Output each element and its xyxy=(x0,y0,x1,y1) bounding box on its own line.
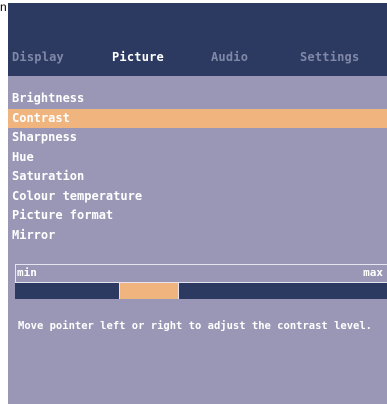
picture-menu: Brightness Contrast Sharpness Hue Satura… xyxy=(8,89,387,245)
slider-min-label: min xyxy=(17,266,37,279)
menu-item-sharpness[interactable]: Sharpness xyxy=(8,128,387,148)
slider-thumb[interactable] xyxy=(119,283,179,299)
tab-audio[interactable]: Audio xyxy=(211,50,248,64)
menu-item-colour-temperature[interactable]: Colour temperature xyxy=(8,187,387,207)
contrast-slider[interactable]: min max xyxy=(15,264,387,299)
osd-panel: Display Picture Audio Settings Brightnes… xyxy=(8,3,387,404)
slider-track[interactable] xyxy=(15,282,387,299)
tab-bar: Display Picture Audio Settings xyxy=(8,3,387,76)
partial-text: n xyxy=(0,0,7,14)
help-text: Move pointer left or right to adjust the… xyxy=(18,320,373,332)
menu-item-brightness[interactable]: Brightness xyxy=(8,89,387,109)
menu-item-picture-format[interactable]: Picture format xyxy=(8,206,387,226)
menu-item-saturation[interactable]: Saturation xyxy=(8,167,387,187)
tab-picture[interactable]: Picture xyxy=(112,50,164,64)
slider-max-label: max xyxy=(363,266,383,279)
menu-item-mirror[interactable]: Mirror xyxy=(8,226,387,246)
menu-item-hue[interactable]: Hue xyxy=(8,148,387,168)
tab-display[interactable]: Display xyxy=(12,50,64,64)
menu-item-contrast[interactable]: Contrast xyxy=(8,108,387,128)
tab-settings[interactable]: Settings xyxy=(300,50,359,64)
